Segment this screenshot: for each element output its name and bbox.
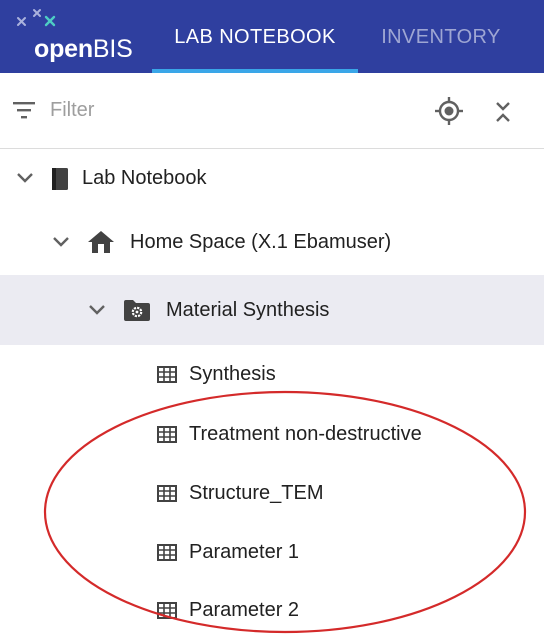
table-icon <box>157 366 177 383</box>
book-icon <box>52 168 68 190</box>
tree-node-label: Synthesis <box>189 363 276 385</box>
app-header: openBIS LAB NOTEBOOK INVENTORY <box>0 0 544 73</box>
tree-node-collection[interactable]: Synthesis <box>0 345 544 405</box>
chevron-down-icon[interactable] <box>50 231 72 253</box>
folder-settings-icon <box>124 300 150 321</box>
tree-node-lab-notebook[interactable]: Lab Notebook <box>0 149 544 209</box>
filter-input[interactable] <box>50 96 350 124</box>
tree-node-collection[interactable]: Parameter 2 <box>0 582 544 637</box>
filter-bar <box>0 73 544 149</box>
locate-icon[interactable] <box>433 95 465 127</box>
table-icon <box>157 544 177 561</box>
tree-node-material-synthesis[interactable]: Material Synthesis <box>0 275 544 345</box>
home-icon <box>88 231 114 253</box>
collapse-all-icon[interactable] <box>490 98 516 126</box>
tree-node-label: Structure_TEM <box>189 482 324 504</box>
table-icon <box>157 602 177 619</box>
chevron-down-icon[interactable] <box>86 299 108 321</box>
openbis-logo[interactable]: openBIS <box>14 6 144 66</box>
chevron-down-icon[interactable] <box>14 167 36 189</box>
filter-list-icon[interactable] <box>12 100 36 120</box>
tree-node-label: Home Space (X.1 Ebamuser) <box>130 231 392 253</box>
table-icon <box>157 426 177 443</box>
tree-node-collection[interactable]: Parameter 1 <box>0 523 544 582</box>
logo-wordmark: openBIS <box>34 35 133 63</box>
table-icon <box>157 485 177 502</box>
navigation-tree: Lab Notebook Home Space (X.1 Ebamuser) M… <box>0 149 544 637</box>
tab-lab-notebook[interactable]: LAB NOTEBOOK <box>152 0 358 73</box>
tree-node-home-space[interactable]: Home Space (X.1 Ebamuser) <box>0 209 544 275</box>
tree-node-label: Material Synthesis <box>166 299 330 321</box>
tree-node-label: Parameter 1 <box>189 541 300 563</box>
tree-node-collection[interactable]: Structure_TEM <box>0 464 544 523</box>
tree-node-label: Treatment non-destructive <box>189 423 422 445</box>
tree-node-collection[interactable]: Treatment non-destructive <box>0 405 544 464</box>
tree-node-label: Parameter 2 <box>189 599 300 621</box>
tree-node-label: Lab Notebook <box>82 167 207 189</box>
tab-inventory[interactable]: INVENTORY <box>360 0 522 73</box>
